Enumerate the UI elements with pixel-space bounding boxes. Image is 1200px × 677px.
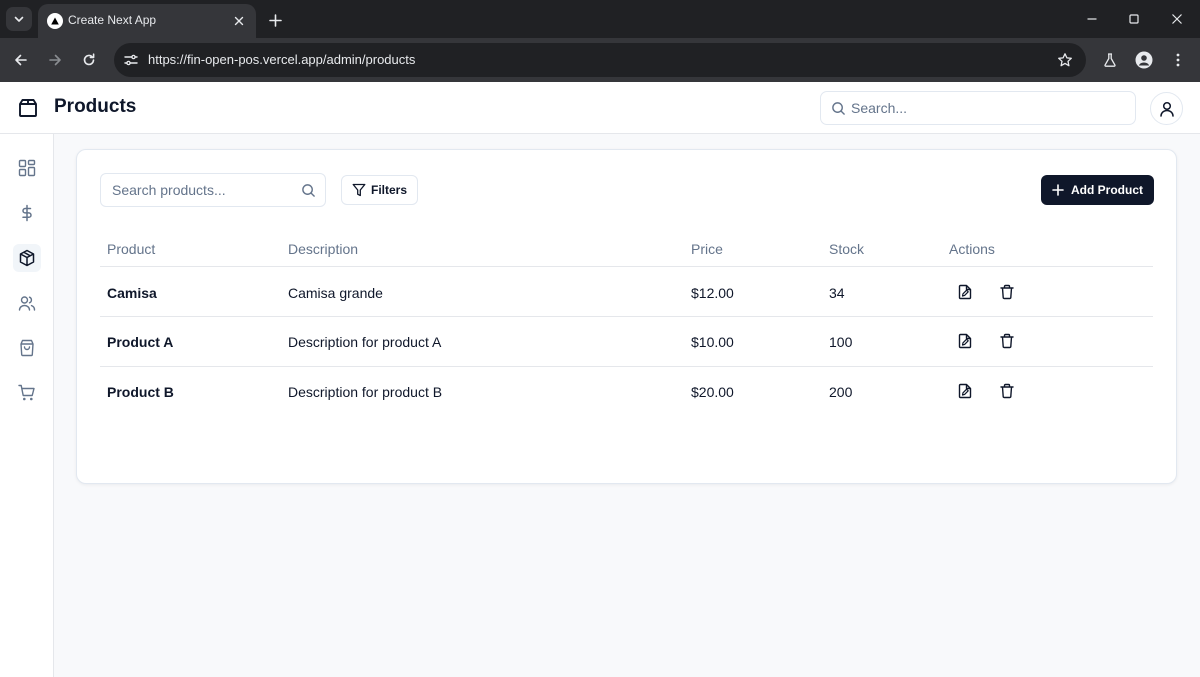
back-button[interactable] xyxy=(9,48,33,72)
close-tab-button[interactable] xyxy=(230,12,248,30)
maximize-icon xyxy=(1129,14,1139,24)
product-name: Camisa xyxy=(107,285,157,301)
edit-product-button[interactable] xyxy=(954,330,976,352)
url-text[interactable]: https://fin-open-pos.vercel.app/admin/pr… xyxy=(148,52,415,67)
sidebar-nav xyxy=(0,134,54,677)
package-icon xyxy=(19,99,37,117)
tab-search-button[interactable] xyxy=(6,7,32,31)
product-name: Product B xyxy=(107,384,174,400)
reload-icon xyxy=(83,53,95,66)
table-divider xyxy=(100,316,1153,317)
maximize-window-button[interactable] xyxy=(1121,6,1147,32)
browser-tab[interactable]: Create Next App xyxy=(38,4,256,38)
address-bar[interactable]: https://fin-open-pos.vercel.app/admin/pr… xyxy=(114,43,1086,77)
labs-button[interactable] xyxy=(1098,48,1122,72)
products-card: Filters Add Product Product Description … xyxy=(76,149,1177,484)
search-icon xyxy=(302,184,315,197)
browser-tab-strip: Create Next App xyxy=(0,0,1200,38)
profile-icon xyxy=(1135,51,1153,69)
close-window-button[interactable] xyxy=(1164,6,1190,32)
product-description: Description for product B xyxy=(288,384,443,400)
product-stock: 200 xyxy=(829,384,853,400)
plus-icon xyxy=(1052,184,1064,196)
sidebar-item-dashboard[interactable] xyxy=(13,154,41,182)
product-description: Description for product A xyxy=(288,334,442,350)
dollar-icon xyxy=(22,204,32,222)
trash-icon xyxy=(1000,284,1014,300)
product-stock: 100 xyxy=(829,334,853,350)
column-header-stock: Stock xyxy=(829,241,865,257)
delete-product-button[interactable] xyxy=(996,380,1018,402)
product-price: $10.00 xyxy=(691,334,734,350)
delete-product-button[interactable] xyxy=(996,330,1018,352)
tab-title: Create Next App xyxy=(68,13,157,27)
table-divider xyxy=(100,366,1153,367)
page-title: Products xyxy=(54,96,137,117)
sidebar-item-orders[interactable] xyxy=(13,334,41,362)
file-edit-icon xyxy=(958,333,972,349)
column-header-product: Product xyxy=(107,241,156,257)
delete-product-button[interactable] xyxy=(996,281,1018,303)
close-icon xyxy=(1172,14,1182,24)
filters-button[interactable]: Filters xyxy=(341,175,418,205)
product-price: $12.00 xyxy=(691,285,734,301)
close-icon xyxy=(234,16,244,26)
trash-icon xyxy=(1000,333,1014,349)
product-search-input[interactable] xyxy=(112,174,302,206)
edit-product-button[interactable] xyxy=(954,380,976,402)
layout-grid-icon xyxy=(18,159,36,177)
add-product-button[interactable]: Add Product xyxy=(1041,175,1154,205)
file-edit-icon xyxy=(958,284,972,300)
star-icon xyxy=(1058,53,1072,67)
sidebar-item-products[interactable] xyxy=(13,244,41,272)
new-tab-button[interactable] xyxy=(264,9,286,31)
filter-icon xyxy=(352,183,366,197)
product-description: Camisa grande xyxy=(288,285,383,301)
product-name: Product A xyxy=(107,334,174,350)
minimize-window-button[interactable] xyxy=(1079,6,1105,32)
table-divider xyxy=(100,266,1153,267)
search-icon xyxy=(832,102,845,115)
trash-icon xyxy=(1000,383,1014,399)
browser-menu-button[interactable] xyxy=(1166,48,1190,72)
nextjs-favicon-icon xyxy=(47,13,63,29)
column-header-description: Description xyxy=(288,241,359,257)
shopping-cart-icon xyxy=(18,384,35,401)
filters-label: Filters xyxy=(370,183,407,197)
column-header-price: Price xyxy=(691,241,723,257)
sidebar-item-pos[interactable] xyxy=(13,379,41,407)
browser-toolbar: https://fin-open-pos.vercel.app/admin/pr… xyxy=(0,38,1200,82)
user-avatar-button[interactable] xyxy=(1150,92,1183,125)
arrow-right-icon xyxy=(49,54,61,66)
arrow-left-icon xyxy=(15,54,27,66)
profile-button[interactable] xyxy=(1132,48,1156,72)
plus-icon xyxy=(268,13,282,27)
add-product-label: Add Product xyxy=(1071,183,1143,197)
sidebar-item-finance[interactable] xyxy=(13,199,41,227)
sidebar-item-customers[interactable] xyxy=(13,289,41,317)
shopping-bag-icon xyxy=(20,339,34,357)
reload-button[interactable] xyxy=(77,48,101,72)
user-icon xyxy=(1159,101,1174,117)
column-header-actions: Actions xyxy=(949,241,995,257)
global-search[interactable] xyxy=(820,91,1136,125)
chevron-down-icon xyxy=(14,16,24,22)
site-info-button[interactable] xyxy=(120,49,142,71)
edit-product-button[interactable] xyxy=(954,281,976,303)
more-vertical-icon xyxy=(1176,53,1180,67)
product-price: $20.00 xyxy=(691,384,734,400)
product-stock: 34 xyxy=(829,285,845,301)
forward-button[interactable] xyxy=(43,48,67,72)
tune-icon xyxy=(124,54,138,66)
package-icon xyxy=(19,249,35,267)
app-header: Products xyxy=(0,82,1200,134)
flask-icon xyxy=(1104,53,1116,67)
file-edit-icon xyxy=(958,383,972,399)
product-search[interactable] xyxy=(100,173,326,207)
users-icon xyxy=(18,296,36,311)
minimize-icon xyxy=(1087,18,1097,20)
global-search-input[interactable] xyxy=(851,92,1131,124)
bookmark-button[interactable] xyxy=(1054,49,1076,71)
